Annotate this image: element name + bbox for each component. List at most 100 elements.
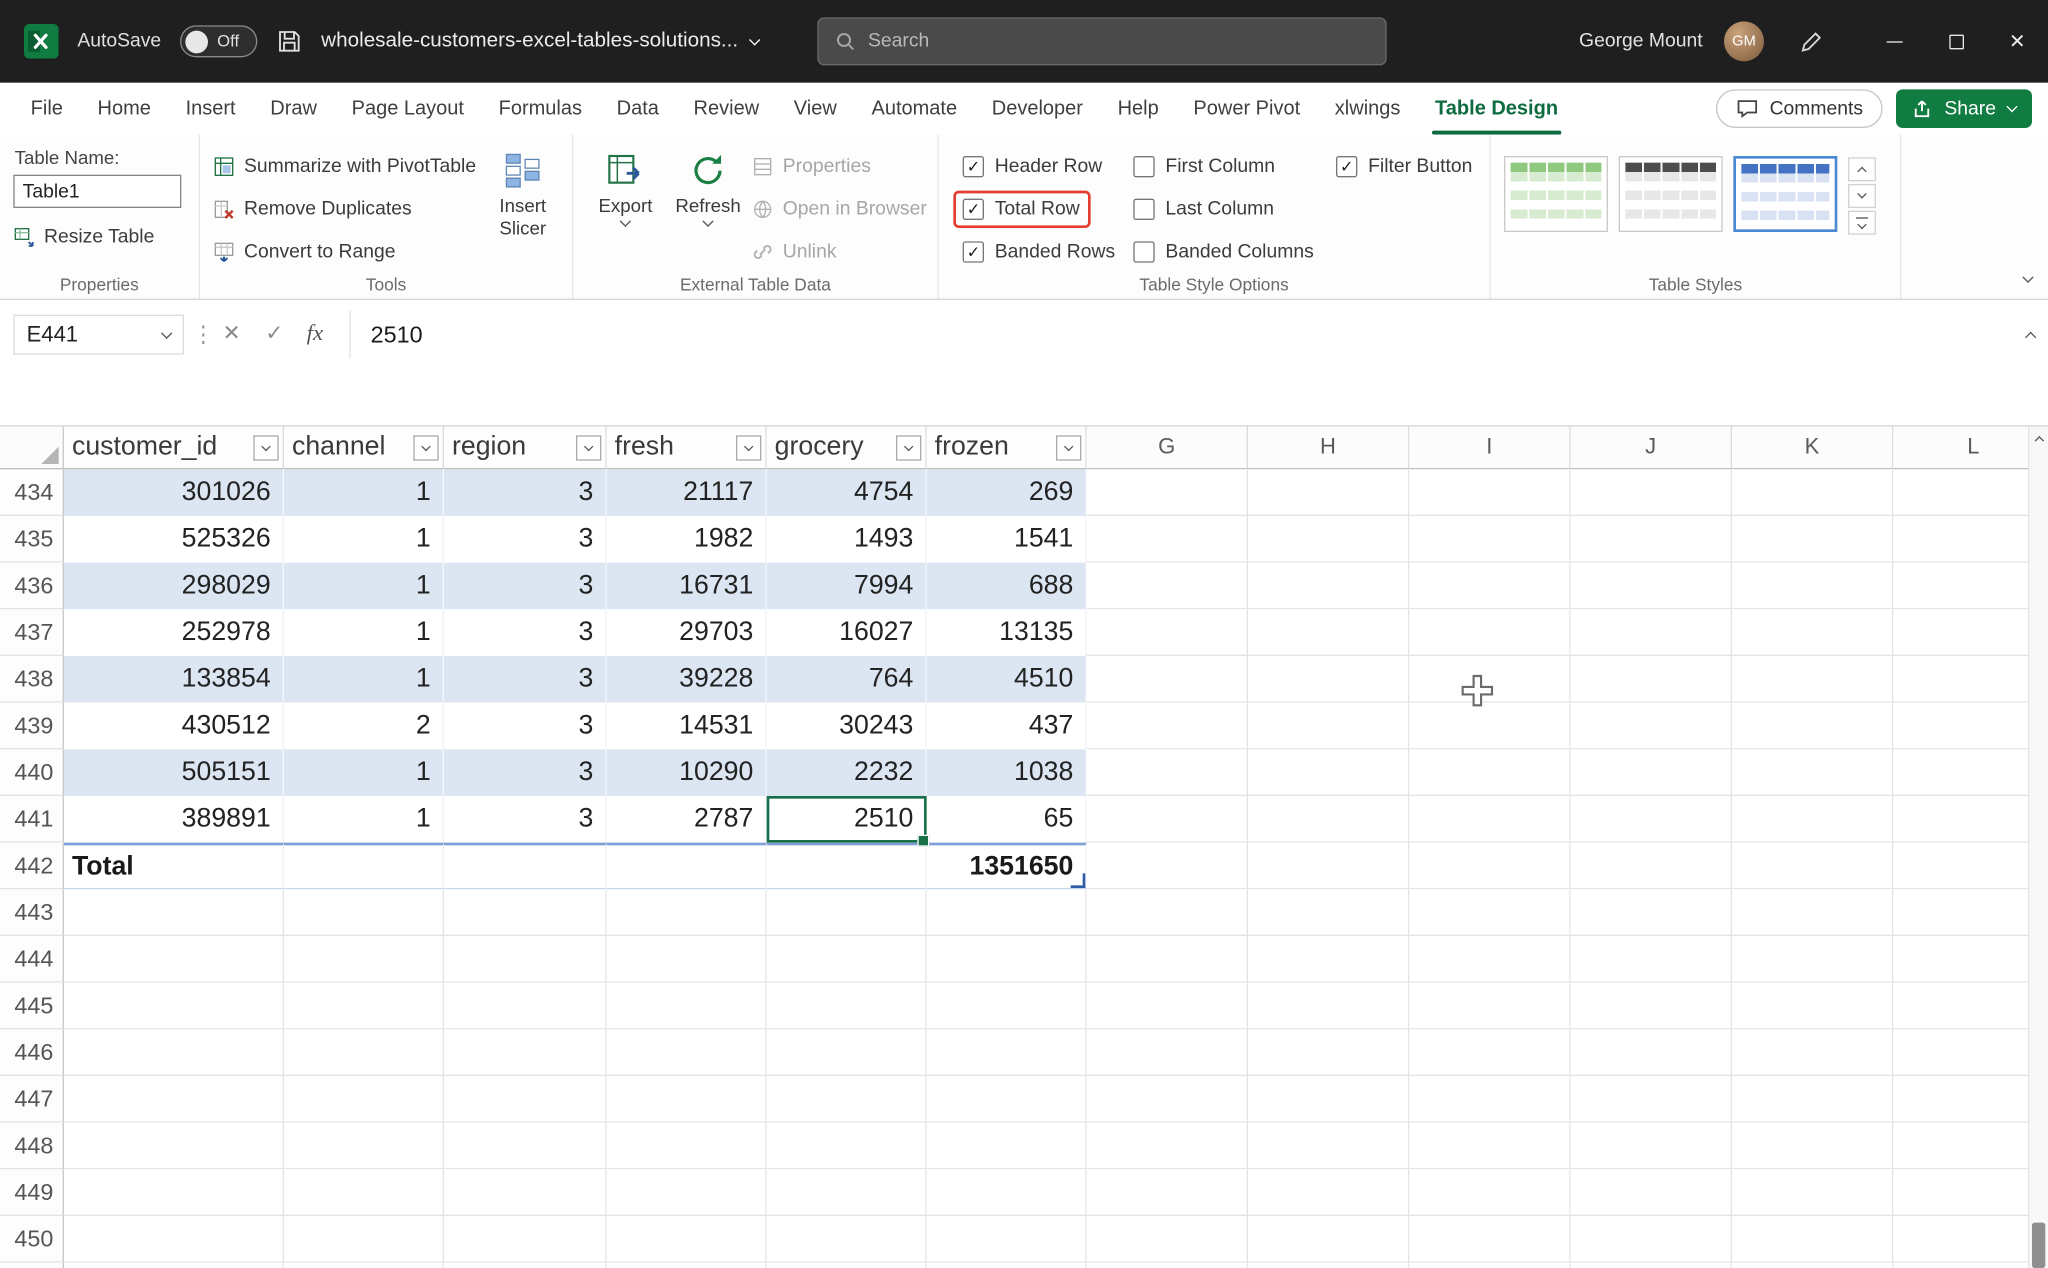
cell[interactable]: 3 [444, 749, 607, 796]
cell[interactable]: 1982 [607, 516, 767, 563]
cell[interactable] [1409, 1029, 1570, 1076]
cell[interactable] [1732, 516, 1893, 563]
cell[interactable] [284, 936, 444, 983]
cell[interactable] [607, 1169, 767, 1216]
formula-bar-handle[interactable]: ⋮ [192, 321, 215, 348]
cell[interactable] [1732, 609, 1893, 656]
row-number-434[interactable]: 434 [0, 469, 64, 516]
cell[interactable] [927, 1076, 1087, 1123]
cell[interactable] [444, 1263, 607, 1268]
cell[interactable] [1571, 1169, 1732, 1216]
cell[interactable] [1732, 1216, 1893, 1263]
cell[interactable] [1571, 1216, 1732, 1263]
cell[interactable]: 1 [284, 516, 444, 563]
cell[interactable]: 3 [444, 703, 607, 750]
cancel-icon[interactable]: ✕ [223, 320, 241, 347]
tab-formulas[interactable]: Formulas [481, 83, 599, 135]
convert-to-range-button[interactable]: Convert to Range [213, 233, 476, 269]
cell[interactable] [1087, 656, 1248, 703]
cell[interactable] [1248, 703, 1409, 750]
row-number-445[interactable]: 445 [0, 983, 64, 1030]
cell[interactable]: 2787 [607, 796, 767, 843]
cell[interactable] [1732, 1076, 1893, 1123]
cell[interactable] [444, 983, 607, 1030]
cell[interactable] [1571, 609, 1732, 656]
cell[interactable] [1409, 983, 1570, 1030]
cell[interactable] [1087, 1169, 1248, 1216]
cell[interactable] [444, 1076, 607, 1123]
cell[interactable] [767, 1216, 927, 1263]
cell[interactable] [1409, 609, 1570, 656]
cell[interactable] [1571, 563, 1732, 610]
maximize-button[interactable] [1925, 0, 1986, 83]
cell[interactable] [607, 1263, 767, 1268]
cell[interactable] [444, 936, 607, 983]
close-button[interactable]: ✕ [1987, 0, 2048, 83]
cell[interactable] [607, 936, 767, 983]
cell[interactable] [1087, 1076, 1248, 1123]
cell[interactable] [284, 1169, 444, 1216]
minimize-button[interactable] [1864, 0, 1925, 83]
cell[interactable] [1893, 843, 2048, 890]
editor-pen-icon[interactable] [1799, 29, 1824, 54]
cell[interactable] [1893, 1123, 2048, 1170]
cell[interactable] [1248, 1123, 1409, 1170]
table-style-thumbnail-gray[interactable] [1619, 156, 1723, 232]
cell[interactable] [444, 1123, 607, 1170]
cell[interactable] [1893, 609, 2048, 656]
cell[interactable] [1087, 749, 1248, 796]
cell[interactable] [767, 1169, 927, 1216]
cell[interactable] [1248, 1263, 1409, 1268]
cell[interactable] [1732, 1123, 1893, 1170]
row-number-440[interactable]: 440 [0, 749, 64, 796]
checkbox-last-column[interactable]: Last Column [1133, 199, 1274, 220]
formula-bar-collapse-button[interactable] [2027, 324, 2035, 348]
cell[interactable] [1087, 563, 1248, 610]
cell[interactable] [1732, 1263, 1893, 1268]
cell[interactable]: 3 [444, 563, 607, 610]
insert-function-icon[interactable]: fx [307, 320, 323, 347]
cell[interactable] [1248, 1029, 1409, 1076]
collapse-ribbon-button[interactable] [2024, 264, 2032, 288]
selected-cell[interactable]: 2510 [767, 796, 927, 843]
cell[interactable]: 252978 [64, 609, 284, 656]
cell[interactable] [1893, 1029, 2048, 1076]
cell[interactable] [1087, 609, 1248, 656]
tab-file[interactable]: File [13, 83, 80, 135]
cell[interactable]: 65 [927, 796, 1087, 843]
tab-page-layout[interactable]: Page Layout [334, 83, 481, 135]
tab-automate[interactable]: Automate [854, 83, 974, 135]
cell[interactable] [1893, 516, 2048, 563]
cell[interactable] [1087, 469, 1248, 516]
cell[interactable] [64, 1216, 284, 1263]
checkbox-total-row[interactable]: ✓Total Row [963, 199, 1080, 220]
row-number-439[interactable]: 439 [0, 703, 64, 750]
cell[interactable] [1087, 983, 1248, 1030]
cell[interactable]: 4754 [767, 469, 927, 516]
filename[interactable]: wholesale-customers-excel-tables-solutio… [321, 29, 758, 53]
cell[interactable] [284, 889, 444, 936]
cell[interactable] [1732, 749, 1893, 796]
cell[interactable] [607, 1123, 767, 1170]
column-header-K[interactable]: K [1732, 427, 1893, 470]
cell[interactable] [444, 1029, 607, 1076]
tab-home[interactable]: Home [80, 83, 168, 135]
cell[interactable]: 7994 [767, 563, 927, 610]
cell[interactable]: 1 [284, 796, 444, 843]
cell[interactable] [1571, 703, 1732, 750]
select-all-corner[interactable] [0, 427, 64, 470]
name-box-dropdown-icon[interactable] [161, 327, 172, 338]
cell[interactable] [284, 1216, 444, 1263]
cell[interactable] [927, 1263, 1087, 1268]
cell[interactable]: 688 [927, 563, 1087, 610]
tab-data[interactable]: Data [599, 83, 676, 135]
row-number-450[interactable]: 450 [0, 1216, 64, 1263]
cell[interactable] [1571, 936, 1732, 983]
cell[interactable] [1732, 563, 1893, 610]
cell[interactable] [444, 1216, 607, 1263]
cell[interactable] [284, 983, 444, 1030]
cell[interactable] [1248, 749, 1409, 796]
cell[interactable] [1409, 563, 1570, 610]
cell[interactable] [1732, 469, 1893, 516]
cell[interactable] [1409, 1169, 1570, 1216]
